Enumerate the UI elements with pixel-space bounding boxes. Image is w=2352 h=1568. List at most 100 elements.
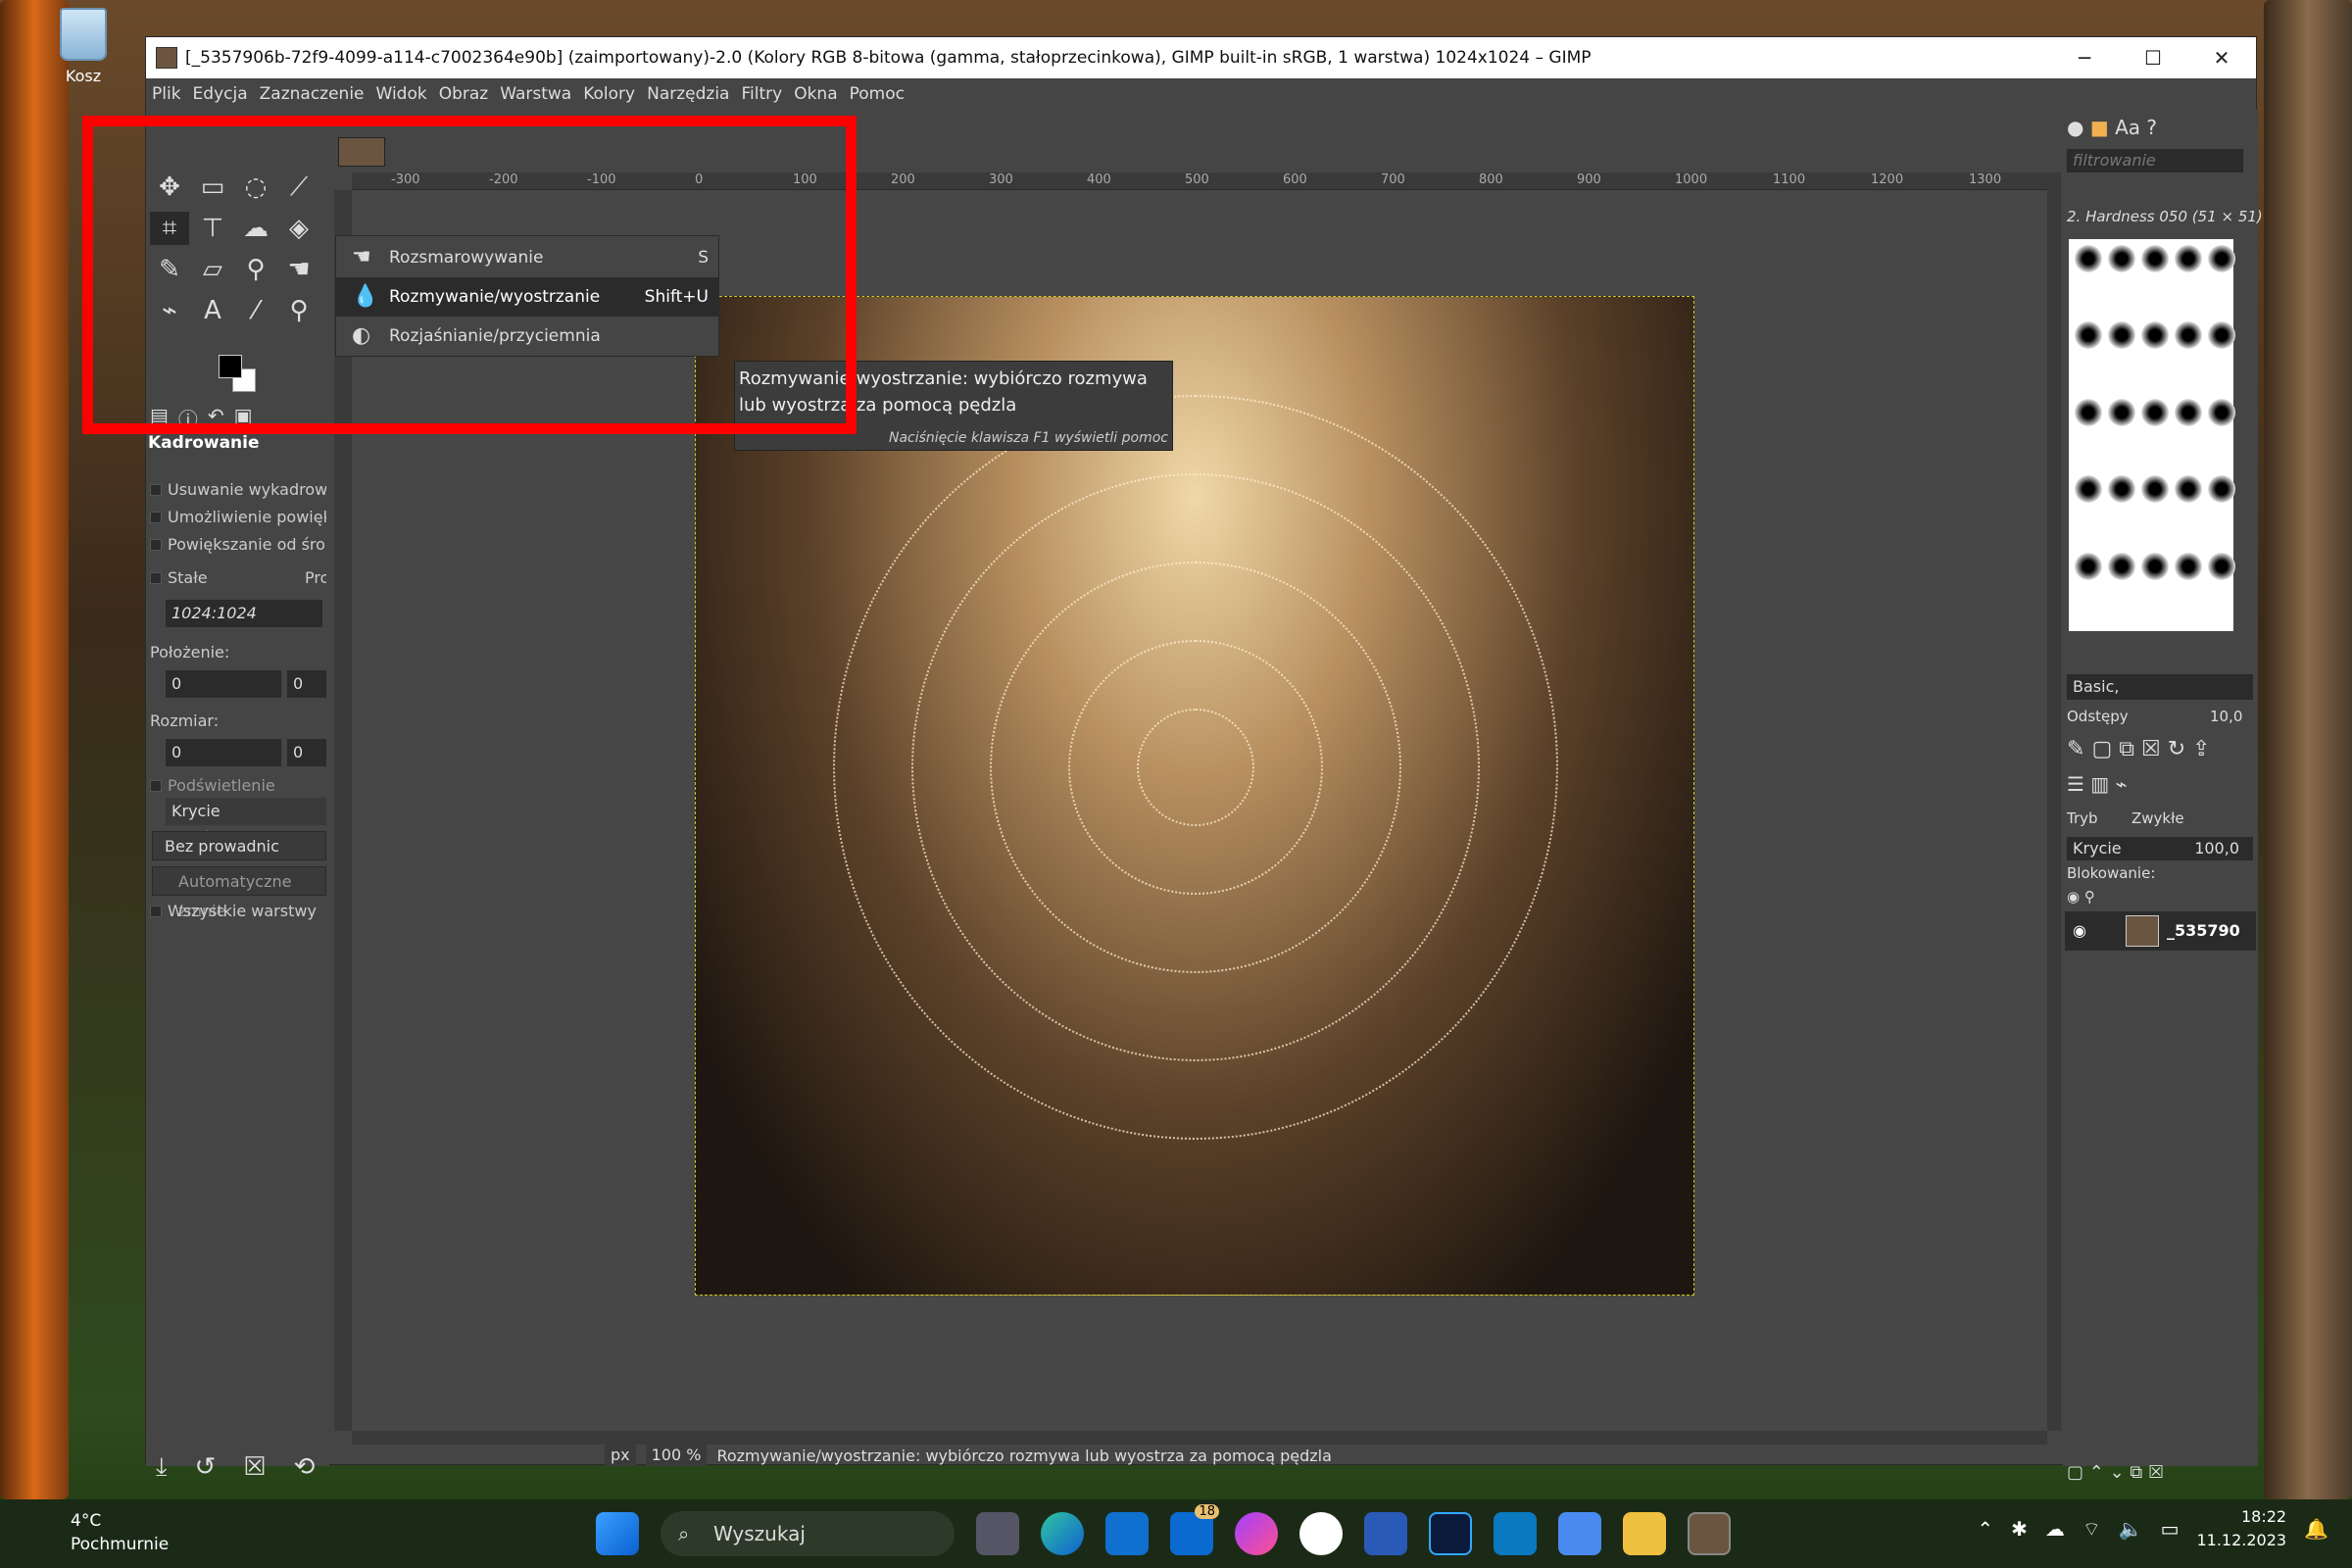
refresh-brushes-icon[interactable]: ↻	[2168, 737, 2185, 761]
menu-layer[interactable]: Warstwa	[500, 84, 571, 104]
brushes-tab-icon[interactable]: ●	[2067, 116, 2083, 139]
opacity-slider[interactable]: Krycie 100,0	[2067, 837, 2253, 860]
fixed-option[interactable]: Stałe Pro	[150, 568, 326, 587]
guides-select[interactable]: Bez prowadnic	[152, 831, 326, 860]
mode-select[interactable]: Zwykłe	[2132, 809, 2184, 827]
highlight-option[interactable]: Podświetlenie	[150, 776, 326, 795]
search-icon: ⌕	[678, 1522, 690, 1545]
menu-filters[interactable]: Filtry	[741, 84, 782, 104]
size-y-input[interactable]: 0	[287, 739, 326, 766]
edge-icon[interactable]	[1041, 1512, 1084, 1555]
menu-edit[interactable]: Edycja	[193, 84, 248, 104]
file-explorer-icon[interactable]	[1623, 1512, 1666, 1555]
slack-icon[interactable]	[1299, 1512, 1343, 1555]
help-tab-icon[interactable]: ?	[2146, 116, 2157, 139]
fonts-tab-icon[interactable]: Aa	[2115, 116, 2140, 139]
spacing-value[interactable]: 10,0	[2210, 708, 2242, 725]
vertical-scrollbar[interactable]	[2047, 172, 2061, 1431]
mail-icon[interactable]: 18	[1170, 1504, 1219, 1555]
maximize-button[interactable]: ☐	[2119, 46, 2187, 70]
brush-tag-select[interactable]: Basic,	[2067, 674, 2253, 700]
size-x-input[interactable]: 0	[166, 739, 281, 766]
aspect-ratio-input[interactable]: 1024:1024	[166, 600, 322, 627]
checkbox[interactable]	[150, 484, 162, 496]
auto-shrink-button[interactable]: Automatyczne zmnie	[152, 866, 326, 920]
all-layers-option[interactable]: Wszystkie warstwy	[150, 902, 326, 920]
gimp-app-icon	[156, 47, 177, 69]
position-x-input[interactable]: 0	[166, 670, 281, 698]
weather-temperature: 4°C	[71, 1511, 102, 1531]
brush-filter-input[interactable]: filtrowanie	[2067, 149, 2243, 172]
menu-help[interactable]: Pomoc	[850, 84, 905, 104]
checkbox[interactable]	[150, 539, 162, 551]
weather-widget[interactable]: 4°C Pochmurnie	[27, 1509, 169, 1556]
menu-image[interactable]: Obraz	[439, 84, 489, 104]
menu-tools[interactable]: Narzędzia	[647, 84, 729, 104]
menu-colors[interactable]: Kolory	[583, 84, 635, 104]
recycle-bin-shortcut[interactable]: Kosz	[51, 8, 116, 85]
highlight-opacity-slider[interactable]: Krycie podświetlenia	[166, 798, 326, 848]
battery-icon[interactable]: ▭	[2161, 1517, 2180, 1541]
recycle-bin-icon	[60, 8, 107, 61]
open-brush-icon[interactable]: ⇪	[2192, 737, 2210, 761]
clock[interactable]: 18:22 11.12.2023	[2196, 1505, 2286, 1552]
wifi-icon[interactable]: ⌔	[2082, 1517, 2101, 1542]
volume-icon[interactable]: 🔈	[2119, 1517, 2143, 1541]
layers-tab-icon[interactable]: ☰	[2067, 772, 2084, 796]
fixed-mode-select[interactable]: Pro	[305, 568, 326, 587]
visibility-eye-icon[interactable]: ◉	[2073, 921, 2086, 940]
horizontal-scrollbar[interactable]	[352, 1431, 2047, 1445]
checkbox[interactable]	[150, 512, 162, 523]
messenger-icon[interactable]	[1235, 1512, 1278, 1555]
start-button-icon[interactable]	[596, 1512, 639, 1555]
zoom-select[interactable]: 100 %	[645, 1445, 708, 1466]
minimize-button[interactable]: ─	[2050, 46, 2119, 70]
checkbox[interactable]	[150, 780, 162, 792]
tool-options-actions: ⤓ ↺ ☒ ⟲	[156, 1452, 315, 1483]
outlook-icon[interactable]	[1105, 1512, 1149, 1555]
tray-chevron-icon[interactable]: ⌃	[1977, 1517, 1993, 1541]
delete-brush-icon[interactable]: ☒	[2141, 737, 2161, 761]
allow-growing-option[interactable]: Umożliwienie powiększ	[150, 508, 326, 526]
menu-file[interactable]: Plik	[152, 84, 181, 104]
raise-layer-icon[interactable]: ⌃	[2089, 1462, 2104, 1483]
duplicate-brush-icon[interactable]: ⧉	[2119, 737, 2134, 761]
checkbox[interactable]	[150, 906, 162, 917]
onedrive-icon[interactable]: ☁	[2045, 1517, 2065, 1541]
close-button[interactable]: ✕	[2187, 46, 2256, 70]
position-y-input[interactable]: 0	[287, 670, 326, 698]
unit-select[interactable]: px	[605, 1445, 636, 1466]
reset-options-icon[interactable]: ⟲	[294, 1452, 316, 1483]
duplicate-layer-icon[interactable]: ⧉	[2130, 1462, 2142, 1483]
lower-layer-icon[interactable]: ⌄	[2110, 1462, 2125, 1483]
edit-brush-icon[interactable]: ✎	[2067, 737, 2084, 761]
menu-view[interactable]: Widok	[376, 84, 427, 104]
checkbox[interactable]	[150, 572, 162, 584]
layer-row[interactable]: ◉ _535790	[2065, 911, 2256, 951]
restore-options-icon[interactable]: ↺	[195, 1452, 217, 1483]
task-view-icon[interactable]	[976, 1512, 1019, 1555]
brush-grid[interactable]	[2069, 239, 2235, 631]
translate-icon[interactable]	[1558, 1512, 1601, 1555]
new-brush-icon[interactable]: ▢	[2091, 737, 2112, 761]
expand-center-option[interactable]: Powiększanie od środk	[150, 535, 326, 554]
tray-slack-icon[interactable]: ✱	[2011, 1517, 2028, 1541]
gimp-taskbar-icon[interactable]	[1688, 1512, 1731, 1555]
menu-windows[interactable]: Okna	[794, 84, 837, 104]
size-label: Rozmiar:	[150, 711, 220, 730]
delete-cropped-option[interactable]: Usuwanie wykadrowan	[150, 480, 326, 499]
photoshop-icon[interactable]	[1429, 1512, 1472, 1555]
notification-bell-icon[interactable]: 🔔	[2304, 1517, 2328, 1541]
word-icon[interactable]	[1364, 1512, 1407, 1555]
save-options-icon[interactable]: ⤓	[156, 1452, 168, 1483]
trello-icon[interactable]	[1494, 1512, 1537, 1555]
paths-tab-icon[interactable]: ⌁	[2116, 772, 2128, 796]
channels-tab-icon[interactable]: ▥	[2090, 772, 2109, 796]
foreground-color-swatch[interactable]	[219, 355, 242, 378]
menu-select[interactable]: Zaznaczenie	[260, 84, 365, 104]
delete-layer-icon[interactable]: ☒	[2148, 1462, 2164, 1483]
delete-options-icon[interactable]: ☒	[243, 1452, 266, 1483]
search-box[interactable]: ⌕ Wyszukaj	[661, 1511, 955, 1556]
new-layer-icon[interactable]: ▢	[2067, 1462, 2083, 1483]
patterns-tab-icon[interactable]: ■	[2090, 116, 2109, 139]
